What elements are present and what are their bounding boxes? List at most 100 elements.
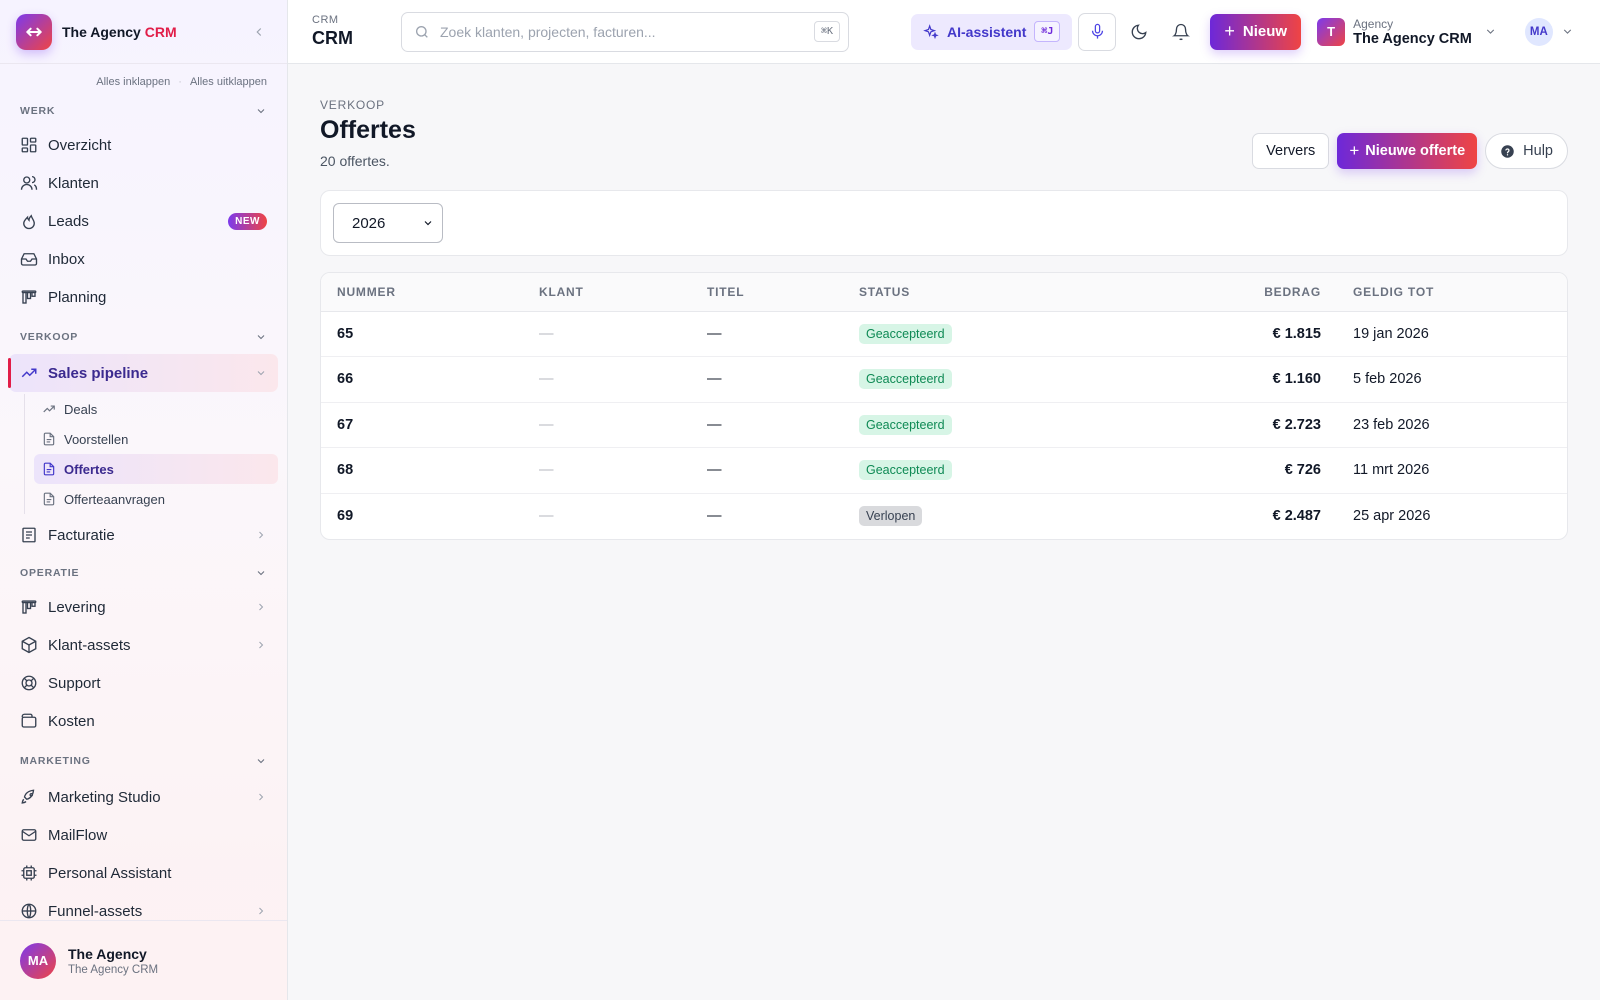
- column-header-titel[interactable]: TITEL: [691, 273, 843, 312]
- chevron-right-icon: [259, 603, 264, 611]
- table-row[interactable]: 68 — — Geaccepteerd € 726 11 mrt 2026: [321, 447, 1567, 494]
- help-button[interactable]: Hulp: [1485, 133, 1568, 169]
- user-menu[interactable]: MA: [1524, 17, 1574, 46]
- organization-switcher[interactable]: T Agency The Agency CRM: [1317, 17, 1497, 47]
- fold-separator: ·: [178, 76, 182, 88]
- sidebar-item-inbox[interactable]: Inbox: [0, 240, 287, 278]
- org-name: The Agency CRM: [1353, 30, 1472, 47]
- sidebar-item-label: Leads: [48, 212, 89, 230]
- chevron-left-icon: [256, 27, 262, 36]
- new-quote-label: Nieuwe offerte: [1365, 143, 1466, 159]
- section-verkoop[interactable]: VERKOOP: [0, 326, 287, 348]
- sidebar-item-label: Offertes: [64, 461, 114, 477]
- sidebar-item-marketing-studio[interactable]: Marketing Studio: [0, 778, 287, 816]
- sidebar-item-klant-assets[interactable]: Klant-assets: [0, 626, 287, 664]
- section-werk[interactable]: WERK: [0, 100, 287, 122]
- bell-icon: [1172, 23, 1191, 40]
- sidebar-item-label: Deals: [64, 401, 98, 417]
- cpu-icon: [21, 865, 37, 881]
- page-header: VERKOOP Offertes 20 offertes. Ververs + …: [320, 64, 1568, 190]
- search-input[interactable]: Zoek klanten, projecten, facturen... ⌘K: [401, 11, 849, 52]
- sidebar-item-voorstellen[interactable]: Voorstellen: [34, 424, 278, 454]
- notifications-button[interactable]: [1162, 13, 1200, 51]
- brand-logo-icon[interactable]: [16, 13, 52, 50]
- new-quote-button[interactable]: + Nieuwe offerte: [1337, 133, 1478, 169]
- table-row[interactable]: 69 — — Verlopen € 2.487 25 apr 2026: [321, 493, 1567, 539]
- quotes-table: NUMMER KLANT TITEL STATUS BEDRAG GELDIG …: [320, 272, 1568, 540]
- table-row[interactable]: 66 — — Geaccepteerd € 1.160 5 feb 2026: [321, 356, 1567, 403]
- section-marketing[interactable]: MARKETING: [0, 750, 287, 772]
- receipt-icon: [22, 527, 36, 543]
- refresh-button[interactable]: Ververs: [1252, 133, 1330, 169]
- cell-titel: —: [691, 447, 843, 494]
- sidebar-item-deals[interactable]: Deals: [34, 394, 278, 424]
- cell-nummer[interactable]: 66: [321, 356, 523, 403]
- kanban-icon: [21, 600, 37, 614]
- sidebar-item-levering[interactable]: Levering: [0, 588, 287, 626]
- cell-titel: —: [691, 356, 843, 403]
- ai-assistant-button[interactable]: AI-assistent ⌘J: [911, 13, 1073, 50]
- cell-nummer[interactable]: 69: [321, 493, 523, 539]
- section-operatie[interactable]: OPERATIE: [0, 562, 287, 584]
- sidebar-item-kosten[interactable]: Kosten: [0, 702, 287, 740]
- sidebar-item-personal-assistant[interactable]: Personal Assistant: [0, 854, 287, 892]
- chevron-right-icon: [259, 641, 264, 649]
- table-row[interactable]: 65 — — Geaccepteerd € 1.815 19 jan 2026: [321, 311, 1567, 357]
- search-shortcut: ⌘K: [813, 21, 840, 42]
- cell-geldig-tot: 5 feb 2026: [1337, 356, 1567, 403]
- chevron-down-icon: [1563, 29, 1571, 34]
- sidebar-item-offerteaanvragen[interactable]: Offerteaanvragen: [34, 484, 278, 514]
- year-select-value: 2026: [352, 214, 386, 232]
- page-actions: Ververs + Nieuwe offerte Hulp: [1252, 133, 1568, 169]
- sidebar-item-mailflow[interactable]: MailFlow: [0, 816, 287, 854]
- sidebar-item-label: Facturatie: [48, 526, 115, 544]
- cell-status: Geaccepteerd: [843, 447, 1193, 494]
- sidebar-item-offertes[interactable]: Offertes: [34, 454, 278, 484]
- sidebar: The Agency CRM Alles inklappen · Alles u…: [0, 0, 288, 1000]
- collapse-sidebar-button[interactable]: [247, 20, 271, 44]
- column-header-status[interactable]: STATUS: [843, 273, 1193, 312]
- table-row[interactable]: 67 — — Geaccepteerd € 2.723 23 feb 2026: [321, 402, 1567, 448]
- cell-bedrag: € 1.815: [1193, 311, 1337, 357]
- cell-nummer[interactable]: 67: [321, 402, 523, 448]
- new-button[interactable]: + Nieuw: [1210, 13, 1302, 50]
- sidebar-user-footer[interactable]: MA The Agency The Agency CRM: [0, 920, 287, 1000]
- sales-pipeline-subnav: Deals Voorstellen Offertes Offerteaanvra…: [24, 394, 287, 514]
- sidebar-item-leads[interactable]: Leads NEW: [0, 202, 287, 240]
- sidebar-item-klanten[interactable]: Klanten: [0, 164, 287, 202]
- status-badge: Geaccepteerd: [859, 414, 952, 435]
- sidebar-item-facturatie[interactable]: Facturatie: [0, 516, 287, 554]
- expand-all-link[interactable]: Alles uitklappen: [190, 76, 267, 94]
- cell-nummer[interactable]: 68: [321, 447, 523, 494]
- column-header-bedrag[interactable]: BEDRAG: [1193, 273, 1337, 312]
- cell-status: Geaccepteerd: [843, 356, 1193, 403]
- year-select[interactable]: 2026: [333, 203, 443, 243]
- column-header-geldig-tot[interactable]: GELDIG TOT: [1337, 273, 1567, 312]
- chevron-right-icon: [259, 793, 264, 801]
- cell-nummer[interactable]: 65: [321, 311, 523, 357]
- sidebar-item-label: Personal Assistant: [48, 864, 172, 882]
- breadcrumb-small: CRM: [312, 14, 339, 26]
- cell-titel: —: [691, 402, 843, 448]
- column-header-nummer[interactable]: NUMMER: [321, 273, 523, 312]
- column-header-klant[interactable]: KLANT: [523, 273, 691, 312]
- cell-klant: —: [523, 311, 691, 357]
- cell-status: Geaccepteerd: [843, 311, 1193, 357]
- collapse-all-link[interactable]: Alles inklappen: [96, 76, 170, 94]
- cell-bedrag: € 726: [1193, 447, 1337, 494]
- section-marketing-label: MARKETING: [20, 755, 91, 767]
- trending-up-icon: [21, 368, 37, 378]
- org-logo: T: [1317, 17, 1346, 46]
- voice-input-button[interactable]: [1078, 12, 1117, 51]
- sidebar-item-label: Offerteaanvragen: [64, 491, 165, 507]
- chevron-down-icon: [257, 335, 265, 340]
- cell-bedrag: € 1.160: [1193, 356, 1337, 403]
- sidebar-item-planning[interactable]: Planning: [0, 278, 287, 316]
- sidebar-item-sales-pipeline[interactable]: Sales pipeline: [8, 354, 278, 392]
- theme-toggle-button[interactable]: [1120, 13, 1158, 51]
- section-operatie-label: OPERATIE: [20, 567, 80, 579]
- sidebar-item-support[interactable]: Support: [0, 664, 287, 702]
- sidebar-item-label: Levering: [48, 598, 106, 616]
- new-button-label: Nieuw: [1242, 23, 1288, 40]
- sidebar-item-overzicht[interactable]: Overzicht: [0, 126, 287, 164]
